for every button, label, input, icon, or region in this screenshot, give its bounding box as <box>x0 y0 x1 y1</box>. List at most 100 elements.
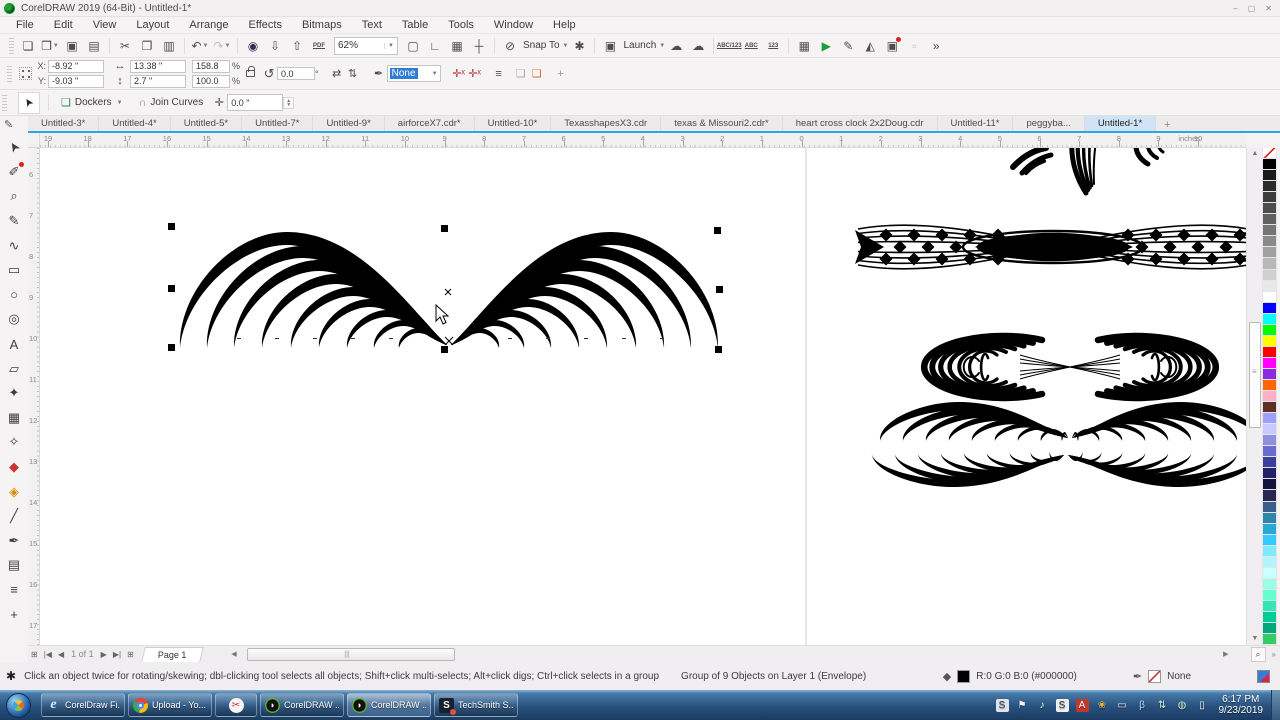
transparency-tool[interactable]: ▦ <box>1 406 27 431</box>
menu-file[interactable]: File <box>6 19 44 31</box>
document-tab[interactable]: Untitled-3* <box>28 116 100 131</box>
color-swatch[interactable] <box>1262 435 1277 447</box>
color-swatch[interactable] <box>1262 589 1277 601</box>
toolbar-overflow-icon[interactable]: » <box>925 36 947 56</box>
color-swatch[interactable] <box>1262 479 1277 491</box>
scroll-right-icon[interactable]: ▶ <box>1223 650 1228 658</box>
dockers-button[interactable]: ❏ Dockers ▼ <box>53 96 131 109</box>
mirror-horizontal-icon[interactable]: ⇄ <box>329 67 345 80</box>
cloud-upload-icon[interactable]: ☁ <box>665 36 687 56</box>
status-gear-icon[interactable]: ✱ <box>6 669 16 683</box>
distort-tool[interactable]: ✦ <box>1 381 27 406</box>
add-tool-button[interactable]: + <box>1 602 27 627</box>
action-center-flag-icon[interactable]: ⚑ <box>1016 699 1029 712</box>
scrollbar-overflow-icon[interactable]: » <box>1268 650 1280 659</box>
color-swatch[interactable] <box>1262 346 1277 358</box>
power-icon[interactable]: ◍ <box>1176 699 1189 712</box>
color-swatch[interactable] <box>1262 545 1277 557</box>
toolbar-grip[interactable] <box>9 37 14 54</box>
no-color-swatch[interactable] <box>1262 148 1277 160</box>
taskbar-button-techsmith[interactable]: S TechSmith S... <box>434 693 518 717</box>
delete-preset-icon[interactable]: ✛ˣ <box>467 67 483 80</box>
show-desktop-button[interactable] <box>1271 690 1280 720</box>
scroll-up-icon[interactable]: ▲ <box>1247 148 1263 160</box>
mirror-vertical-icon[interactable]: ⇅ <box>345 67 361 80</box>
techsmith-tray-icon[interactable]: S <box>995 698 1009 712</box>
color-swatch[interactable] <box>1262 600 1277 612</box>
color-swatch[interactable] <box>1262 214 1277 226</box>
snap-to-dropdown[interactable]: Snap To ▼ <box>521 40 568 51</box>
color-swatch[interactable] <box>1262 556 1277 568</box>
envelope-preset-combo[interactable]: None ▼ <box>386 65 441 82</box>
color-swatch[interactable] <box>1262 578 1277 590</box>
chevron-down-icon[interactable]: ▼ <box>432 71 438 77</box>
numbers-123-icon[interactable]: 123 <box>762 36 784 56</box>
document-tab[interactable]: peggyba... <box>1013 116 1085 131</box>
paste-icon[interactable]: ▥ <box>158 36 180 56</box>
mesh-fill-tool[interactable]: ▤ <box>1 553 27 578</box>
color-swatch[interactable] <box>1262 280 1277 292</box>
menu-bitmaps[interactable]: Bitmaps <box>292 19 352 31</box>
pick-tool-button[interactable]: ➤ <box>18 91 40 114</box>
taskbar-clock[interactable]: 6:17 PM 9/23/2019 <box>1219 694 1264 716</box>
color-swatch[interactable] <box>1262 634 1277 646</box>
rectangle-tool[interactable]: ▭ <box>1 258 27 283</box>
taskbar-button-coreldraw[interactable]: ◗ CorelDRAW ... <box>260 693 344 717</box>
menu-arrange[interactable]: Arrange <box>179 19 238 31</box>
line-tool[interactable]: ╱ <box>1 504 27 529</box>
color-swatch[interactable] <box>1262 468 1277 480</box>
abc-123-icon[interactable]: ABC/123 <box>717 36 742 56</box>
rotation-angle-field[interactable] <box>277 67 316 80</box>
export-icon[interactable]: ⇧ <box>286 36 308 56</box>
shape-tool[interactable]: ✐ <box>1 160 27 185</box>
spiral-tool[interactable]: ◎ <box>1 307 27 332</box>
scale-h-field[interactable] <box>192 59 230 73</box>
color-swatch[interactable] <box>1262 512 1277 524</box>
object-height-field[interactable] <box>130 74 186 88</box>
document-tab[interactable]: Untitled-5* <box>171 116 243 131</box>
close-button[interactable]: ✕ <box>1265 4 1272 13</box>
volume-icon[interactable]: ♪ <box>1036 699 1049 712</box>
object-width-field[interactable] <box>130 59 186 73</box>
lock-ratio-icon[interactable] <box>246 66 256 77</box>
color-swatch[interactable] <box>1262 402 1277 414</box>
launch-dropdown[interactable]: Launch ▼ <box>621 40 665 51</box>
color-swatch[interactable] <box>1262 379 1277 392</box>
undo-icon[interactable]: ↶ ▼ <box>189 36 211 56</box>
color-swatch[interactable] <box>1262 611 1277 624</box>
pen-outline-tool[interactable]: ✒ <box>1 529 27 554</box>
ruler-corner[interactable] <box>28 133 40 148</box>
vertical-scroll-thumb[interactable] <box>1249 322 1261 428</box>
spell-abc-icon[interactable]: ABC <box>740 36 762 56</box>
open-icon[interactable]: ❒ ▼ <box>39 36 61 56</box>
color-swatch[interactable] <box>1262 225 1277 237</box>
snagit-tray-icon[interactable]: S <box>1055 698 1069 712</box>
pdf-icon[interactable]: PDF <box>308 36 330 56</box>
menu-table[interactable]: Table <box>392 19 438 31</box>
last-page-button[interactable]: ▶| <box>110 650 124 659</box>
menu-effects[interactable]: Effects <box>239 19 292 31</box>
dimension-tool[interactable]: ▱ <box>1 356 27 381</box>
color-swatch[interactable] <box>1262 192 1277 204</box>
new-document-icon[interactable]: ❏ <box>17 36 39 56</box>
color-swatch[interactable] <box>1262 203 1277 215</box>
welcome-screen-icon[interactable]: ▣ <box>599 36 621 56</box>
page-tab[interactable]: Page 1 <box>140 646 204 662</box>
text-tool[interactable]: A <box>1 332 27 357</box>
add-page-button[interactable]: ⊞ <box>28 650 41 659</box>
table-icon[interactable]: ▦ <box>793 36 815 56</box>
y-position-field[interactable] <box>48 74 104 88</box>
add-page-button[interactable]: ⊞ <box>124 650 137 659</box>
color-swatch[interactable] <box>1262 181 1277 193</box>
horizontal-scroll-thumb[interactable] <box>247 647 456 661</box>
document-tab[interactable]: Untitled-4* <box>99 116 171 131</box>
color-swatch[interactable] <box>1262 534 1277 546</box>
scroll-down-icon[interactable]: ▼ <box>1247 633 1263 645</box>
artistic-media-tool[interactable]: ∿ <box>1 233 27 258</box>
eyedropper-tool[interactable]: ✧ <box>1 430 27 455</box>
color-swatch[interactable] <box>1262 523 1277 535</box>
chevron-down-icon[interactable]: ▼ <box>225 43 231 49</box>
color-swatch[interactable] <box>1262 291 1277 303</box>
layer-stack-icon[interactable]: ❏ <box>513 67 529 80</box>
document-tab[interactable]: airforceX7.cdr* <box>385 116 475 131</box>
